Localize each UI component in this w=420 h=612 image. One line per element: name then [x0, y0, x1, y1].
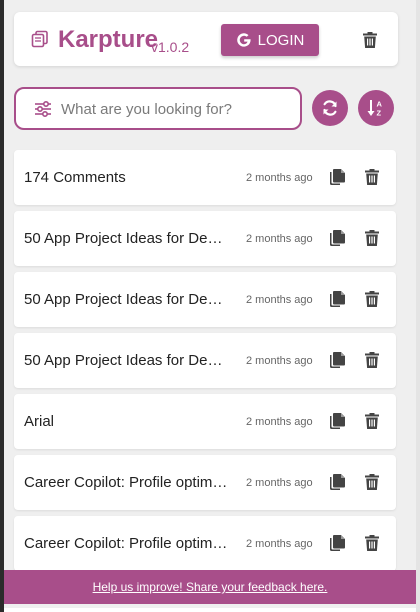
list-item[interactable]: Career Copilot: Profile optimi… 2 months … — [14, 455, 396, 510]
item-timestamp: 2 months ago — [246, 355, 313, 367]
search-input[interactable] — [61, 95, 286, 123]
item-title: 50 App Project Ideas for Dev… — [24, 230, 229, 247]
trash-icon[interactable] — [365, 413, 379, 429]
version-label: v1.0.2 — [151, 39, 190, 55]
copy-icon[interactable] — [329, 230, 345, 246]
feedback-footer: Help us improve! Share your feedback her… — [4, 570, 416, 604]
list-item[interactable]: 50 App Project Ideas for Dev… 2 months ag… — [14, 211, 396, 266]
trash-icon[interactable] — [365, 474, 379, 490]
item-title: Career Copilot: Profile optimi… — [24, 535, 229, 552]
trash-icon[interactable] — [365, 169, 379, 185]
sliders-icon[interactable] — [34, 100, 52, 118]
captured-items-list: 174 Comments 2 months ago 50 App Project I… — [14, 150, 396, 577]
item-timestamp: 2 months ago — [246, 294, 313, 306]
refresh-icon — [323, 100, 337, 116]
item-title: 50 App Project Ideas for Dev… — [24, 352, 229, 369]
item-timestamp: 2 months ago — [246, 477, 313, 489]
search-box — [14, 87, 302, 130]
svg-text:Z: Z — [377, 109, 382, 118]
item-timestamp: 2 months ago — [246, 538, 313, 550]
item-title: 174 Comments — [24, 169, 126, 186]
item-timestamp: 2 months ago — [246, 172, 313, 184]
trash-icon[interactable] — [365, 535, 379, 551]
copy-icon[interactable] — [329, 352, 345, 368]
list-item[interactable]: 50 App Project Ideas for Dev… 2 months ag… — [14, 333, 396, 388]
sort-button[interactable]: A Z — [358, 90, 394, 126]
copy-icon[interactable] — [329, 169, 345, 185]
svg-text:A: A — [377, 100, 383, 109]
item-title: 50 App Project Ideas for Dev… — [24, 291, 229, 308]
copy-icon[interactable] — [329, 413, 345, 429]
trash-icon[interactable] — [365, 291, 379, 307]
sort-icon: A Z — [367, 100, 383, 118]
trash-icon[interactable] — [365, 230, 379, 246]
login-label: LOGIN — [257, 31, 305, 49]
header-card: Karpture v1.0.2 LOGIN — [14, 12, 398, 66]
brand-name: Karpture — [58, 26, 159, 53]
list-item[interactable]: 50 App Project Ideas for Dev… 2 months ag… — [14, 272, 396, 327]
google-icon — [236, 33, 251, 47]
item-timestamp: 2 months ago — [246, 233, 313, 245]
trash-icon[interactable] — [365, 352, 379, 368]
item-title: Career Copilot: Profile optimi… — [24, 474, 229, 491]
item-title: Arial — [24, 413, 55, 430]
extension-popup: Karpture v1.0.2 LOGIN What are you looki… — [4, 0, 416, 608]
copy-icon — [31, 30, 48, 48]
copy-icon[interactable] — [329, 474, 345, 490]
background-page-edge-right — [416, 0, 420, 612]
trash-icon[interactable] — [363, 32, 377, 48]
feedback-link[interactable]: Help us improve! Share your feedback her… — [93, 580, 328, 594]
refresh-button[interactable] — [312, 90, 348, 126]
copy-icon[interactable] — [329, 535, 345, 551]
item-timestamp: 2 months ago — [246, 416, 313, 428]
list-item[interactable]: 174 Comments 2 months ago — [14, 150, 396, 205]
copy-icon[interactable] — [329, 291, 345, 307]
login-button[interactable]: LOGIN — [221, 24, 319, 56]
list-item[interactable]: Arial 2 months ago — [14, 394, 396, 449]
list-item[interactable]: Career Copilot: Profile optimi… 2 months … — [14, 516, 396, 571]
